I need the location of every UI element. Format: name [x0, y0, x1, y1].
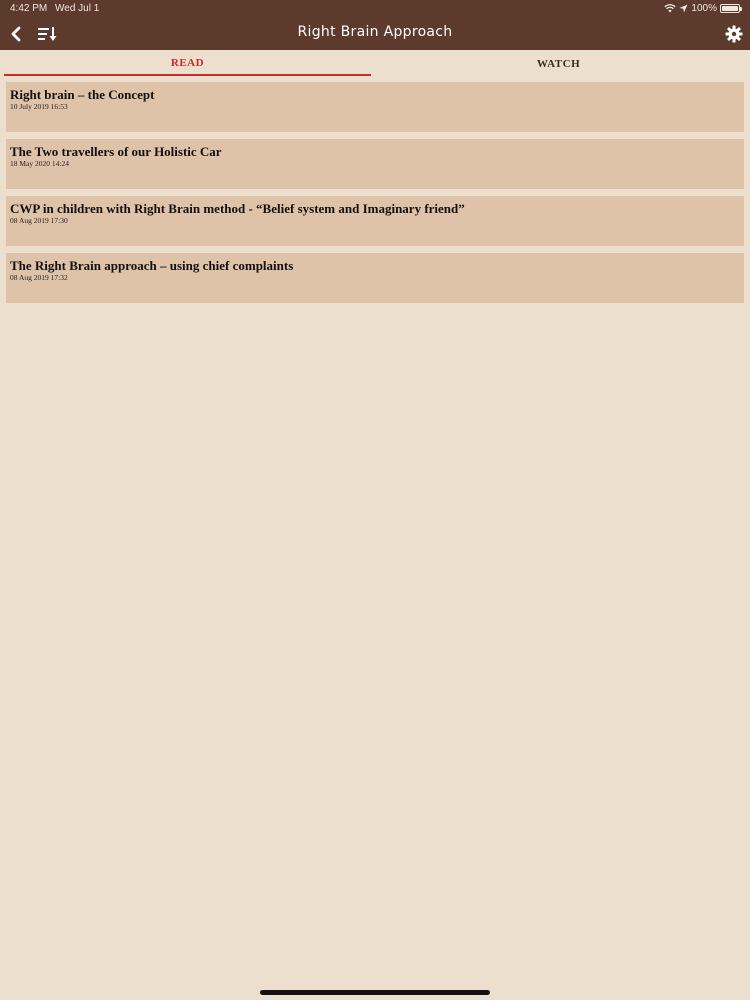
article-date: 18 May 2020 14:24	[10, 159, 69, 168]
article-title: CWP in children with Right Brain method …	[10, 201, 465, 216]
article-list: Right brain – the Concept 10 July 2019 1…	[6, 82, 744, 310]
article-date: 08 Aug 2019 17:30	[10, 216, 68, 225]
article-card[interactable]: The Right Brain approach – using chief c…	[6, 253, 744, 303]
article-title: The Two travellers of our Holistic Car	[10, 144, 222, 159]
article-card[interactable]: The Two travellers of our Holistic Car 1…	[6, 139, 744, 189]
gear-icon	[725, 25, 743, 43]
page-title: Right Brain Approach	[297, 24, 453, 40]
battery-percent: 100%	[691, 3, 717, 14]
article-date: 10 July 2019 16:53	[10, 102, 68, 111]
article-title: Right brain – the Concept	[10, 87, 155, 102]
status-date: Wed Jul 1	[55, 3, 100, 14]
home-indicator	[260, 990, 490, 995]
wifi-icon	[664, 4, 677, 13]
tab-watch[interactable]: WATCH	[371, 52, 746, 76]
battery-icon	[720, 4, 742, 13]
article-card[interactable]: Right brain – the Concept 10 July 2019 1…	[6, 82, 744, 132]
status-time: 4:42 PM	[10, 3, 48, 14]
article-date: 08 Aug 2019 17:32	[10, 273, 68, 282]
article-title: The Right Brain approach – using chief c…	[10, 258, 294, 273]
settings-button[interactable]	[722, 22, 746, 46]
tab-read[interactable]: READ	[4, 52, 371, 76]
article-card[interactable]: CWP in children with Right Brain method …	[6, 196, 744, 246]
tab-bar: READ WATCH	[4, 52, 746, 78]
status-icons: 100%	[664, 3, 742, 14]
top-bar: 4:42 PM Wed Jul 1 100% Right Brain Appro…	[0, 0, 750, 50]
location-icon	[679, 4, 688, 13]
